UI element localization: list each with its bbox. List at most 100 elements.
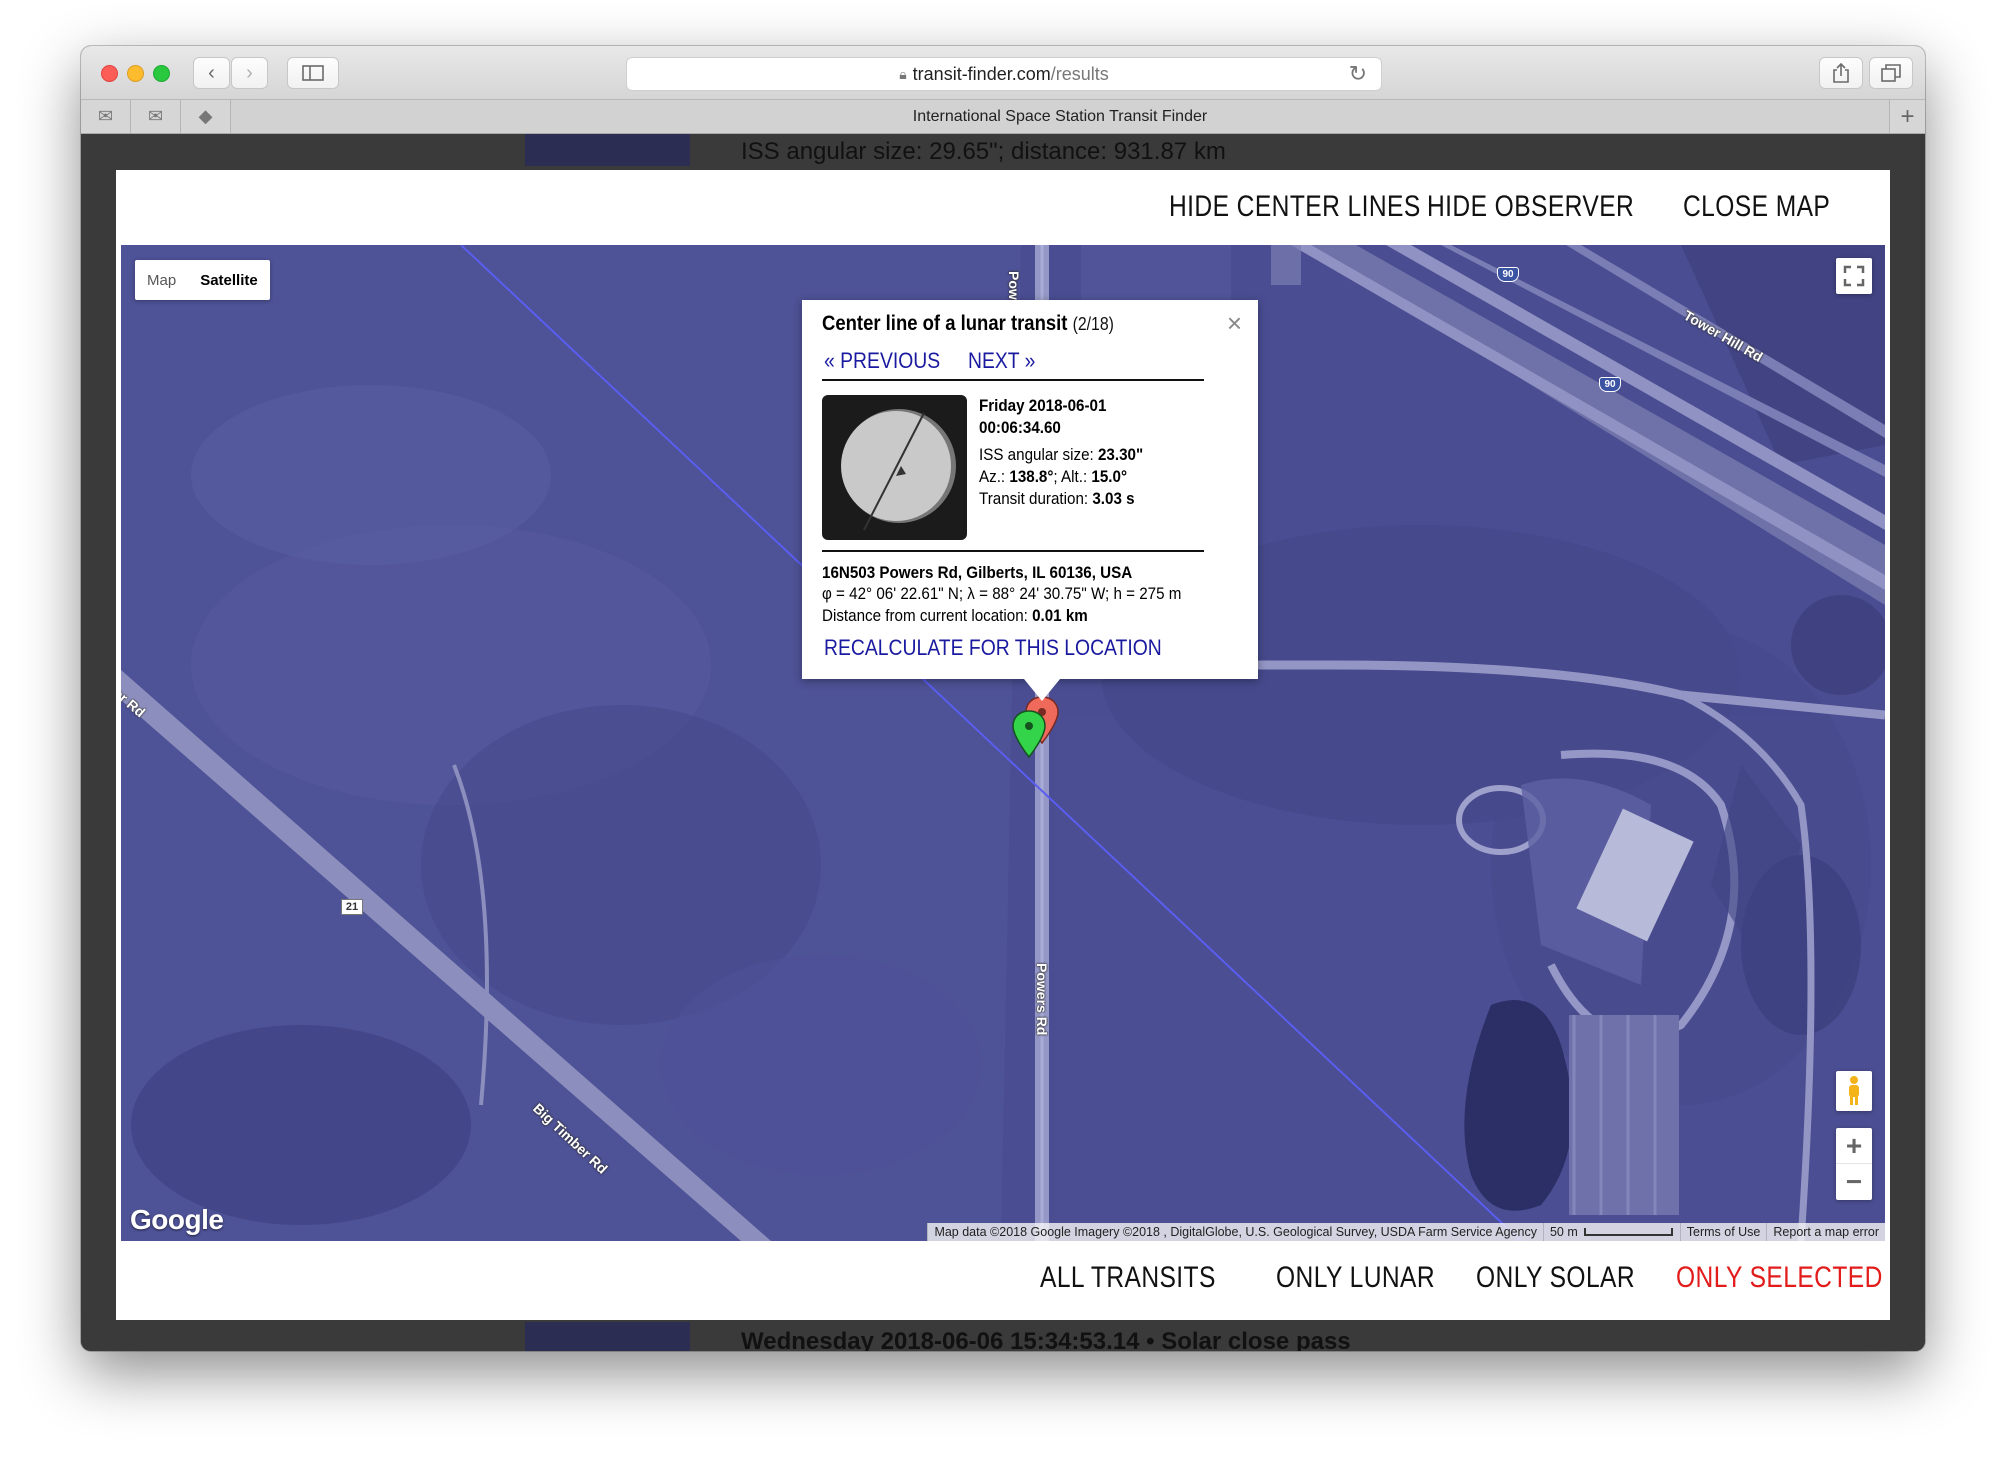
recalculate-location-link[interactable]: RECALCULATE FOR THIS LOCATION: [824, 635, 1162, 661]
pinned-tab-mail-2[interactable]: ✉: [131, 100, 181, 133]
filter-only-solar[interactable]: ONLY SOLAR: [1476, 1261, 1635, 1295]
attribution-text: Map data ©2018 Google Imagery ©2018 , Di…: [927, 1223, 1543, 1241]
filter-all-transits[interactable]: ALL TRANSITS: [1040, 1261, 1216, 1295]
tab-bar: ✉ ✉ ◆ International Space Station Transi…: [81, 100, 1925, 134]
zoom-out-button[interactable]: −: [1836, 1164, 1872, 1199]
transit-duration: Transit duration: 3.03 s: [979, 490, 1135, 509]
url-path: /results: [1050, 63, 1109, 84]
fullscreen-icon: [1843, 265, 1865, 287]
chevron-right-icon: ›: [246, 61, 253, 84]
background-thumbnail-top: [525, 134, 690, 166]
route-shield: 21: [341, 899, 363, 915]
close-window-button[interactable]: [101, 65, 118, 82]
background-text-top: ISS angular size: 29.65"; distance: 931.…: [741, 138, 1226, 165]
background-text-bottom: Wednesday 2018-06-06 15:34:53.14 • Solar…: [741, 1328, 1351, 1351]
terms-of-use-link[interactable]: Terms of Use: [1679, 1223, 1767, 1241]
green-pin-icon: [1012, 710, 1046, 759]
duration-value: 3.03 s: [1092, 490, 1135, 508]
transit-marker[interactable]: [1009, 709, 1049, 769]
transit-time: 00:06:34.60: [979, 419, 1061, 437]
location-address: 16N503 Powers Rd, Gilberts, IL 60136, US…: [822, 564, 1133, 582]
interstate-shield: 90: [1599, 377, 1621, 392]
scale-ruler-icon: [1583, 1228, 1673, 1236]
az-label: Az.:: [979, 468, 1010, 486]
share-icon: [1833, 62, 1849, 83]
iss-angular-size: ISS angular size: 23.30": [979, 446, 1143, 465]
sidebar-toggle-button[interactable]: [287, 57, 339, 89]
info-window-title: Center line of a lunar transit (2/18): [822, 312, 1114, 336]
close-map-button[interactable]: CLOSE MAP: [1683, 190, 1830, 224]
google-logo: Google: [130, 1204, 224, 1235]
page-content: ISS angular size: 29.65"; distance: 931.…: [81, 134, 1925, 1351]
tabs-overview-icon: [1881, 64, 1901, 82]
street-view-pegman[interactable]: [1836, 1071, 1872, 1111]
map-type-control: Map Satellite: [135, 260, 270, 300]
transit-count: (2/18): [1072, 314, 1114, 334]
map-attribution: Map data ©2018 Google Imagery ©2018 , Di…: [927, 1223, 1885, 1241]
hide-observer-button[interactable]: HIDE OBSERVER: [1427, 190, 1634, 224]
hide-center-lines-button[interactable]: HIDE CENTER LINES: [1169, 190, 1421, 224]
fullscreen-button[interactable]: [1836, 258, 1872, 294]
zoom-in-button[interactable]: +: [1836, 1129, 1872, 1164]
background-thumbnail-bottom: [525, 1322, 690, 1351]
map-type-map-button[interactable]: Map: [135, 260, 188, 300]
back-button[interactable]: ‹: [193, 57, 230, 89]
iss-size-value: 23.30": [1097, 446, 1144, 464]
diamond-icon: ◆: [198, 106, 213, 126]
reload-icon[interactable]: ↻: [1349, 61, 1367, 87]
zoom-control: + −: [1836, 1128, 1872, 1200]
next-transit-link[interactable]: NEXT »: [968, 348, 1035, 374]
pegman-icon: [1849, 1076, 1859, 1105]
divider: [822, 550, 1204, 552]
az-alt: Az.: 138.8°; Alt.: 15.0°: [979, 468, 1127, 487]
scale-bar[interactable]: 50 m: [1542, 1223, 1680, 1241]
tab-title: International Space Station Transit Find…: [912, 107, 1208, 125]
zoom-window-button[interactable]: [153, 65, 170, 82]
new-tab-button[interactable]: +: [1889, 100, 1925, 133]
report-map-error-link[interactable]: Report a map error: [1766, 1223, 1885, 1241]
scale-label: 50 m: [1549, 1225, 1578, 1239]
previous-transit-link[interactable]: « PREVIOUS: [824, 348, 940, 374]
pinned-tab-mail[interactable]: ✉: [81, 100, 131, 133]
map-type-satellite-button[interactable]: Satellite: [188, 260, 270, 300]
transit-filter-bar: ALL TRANSITS ONLY LUNAR ONLY SOLAR ONLY …: [116, 1241, 1890, 1320]
envelope-icon: ✉: [147, 106, 164, 126]
alt-label: ; Alt.:: [1053, 468, 1092, 486]
moon-disk-icon: [841, 409, 956, 531]
share-button[interactable]: [1819, 57, 1863, 89]
duration-label: Transit duration:: [979, 490, 1093, 508]
distance-from-current: Distance from current location: 0.01 km: [822, 607, 1088, 626]
sidebar-icon: [302, 65, 324, 81]
map-top-actions: HIDE CENTER LINES HIDE OBSERVER CLOSE MA…: [116, 170, 1890, 245]
alt-value: 15.0°: [1091, 468, 1128, 486]
filter-only-selected[interactable]: ONLY SELECTED: [1676, 1261, 1883, 1295]
url-domain: transit-finder.com: [912, 63, 1051, 84]
divider: [822, 379, 1204, 381]
lunar-transit-thumbnail: [822, 395, 967, 540]
iss-size-label: ISS angular size:: [979, 446, 1098, 464]
az-value: 138.8°: [1009, 468, 1054, 486]
active-tab[interactable]: International Space Station Transit Find…: [231, 100, 1889, 133]
map-modal: HIDE CENTER LINES HIDE OBSERVER CLOSE MA…: [116, 170, 1890, 1320]
address-bar[interactable]: 🔒︎ transit-finder.com/results ↻: [626, 57, 1382, 91]
pinned-tab-app[interactable]: ◆: [181, 100, 231, 133]
close-icon[interactable]: ×: [1227, 308, 1242, 339]
info-window-tail: [1024, 679, 1060, 701]
location-coordinates: φ = 42° 06' 22.61" N; λ = 88° 24' 30.75"…: [822, 585, 1182, 603]
browser-window: ‹ › 🔒︎ transit-finder.com/results ↻ ✉ ✉ …: [81, 46, 1925, 1351]
show-tabs-button[interactable]: [1869, 57, 1913, 89]
filter-only-lunar[interactable]: ONLY LUNAR: [1276, 1261, 1435, 1295]
interstate-shield: 90: [1497, 267, 1519, 282]
distance-label: Distance from current location:: [822, 607, 1033, 625]
distance-value: 0.01 km: [1032, 607, 1088, 625]
info-window-title-text: Center line of a lunar transit: [822, 312, 1068, 335]
chevron-left-icon: ‹: [208, 61, 215, 84]
transit-date: Friday 2018-06-01: [979, 397, 1107, 415]
plus-icon: +: [1900, 102, 1915, 130]
forward-button[interactable]: ›: [231, 57, 268, 89]
title-bar: ‹ › 🔒︎ transit-finder.com/results ↻: [81, 46, 1925, 100]
envelope-icon: ✉: [97, 106, 114, 126]
minimize-window-button[interactable]: [127, 65, 144, 82]
satellite-map[interactable]: Powers R Powers Rd Tower Hill Rd Big Tim…: [121, 245, 1885, 1241]
transit-info-window: Center line of a lunar transit (2/18) × …: [802, 300, 1258, 701]
